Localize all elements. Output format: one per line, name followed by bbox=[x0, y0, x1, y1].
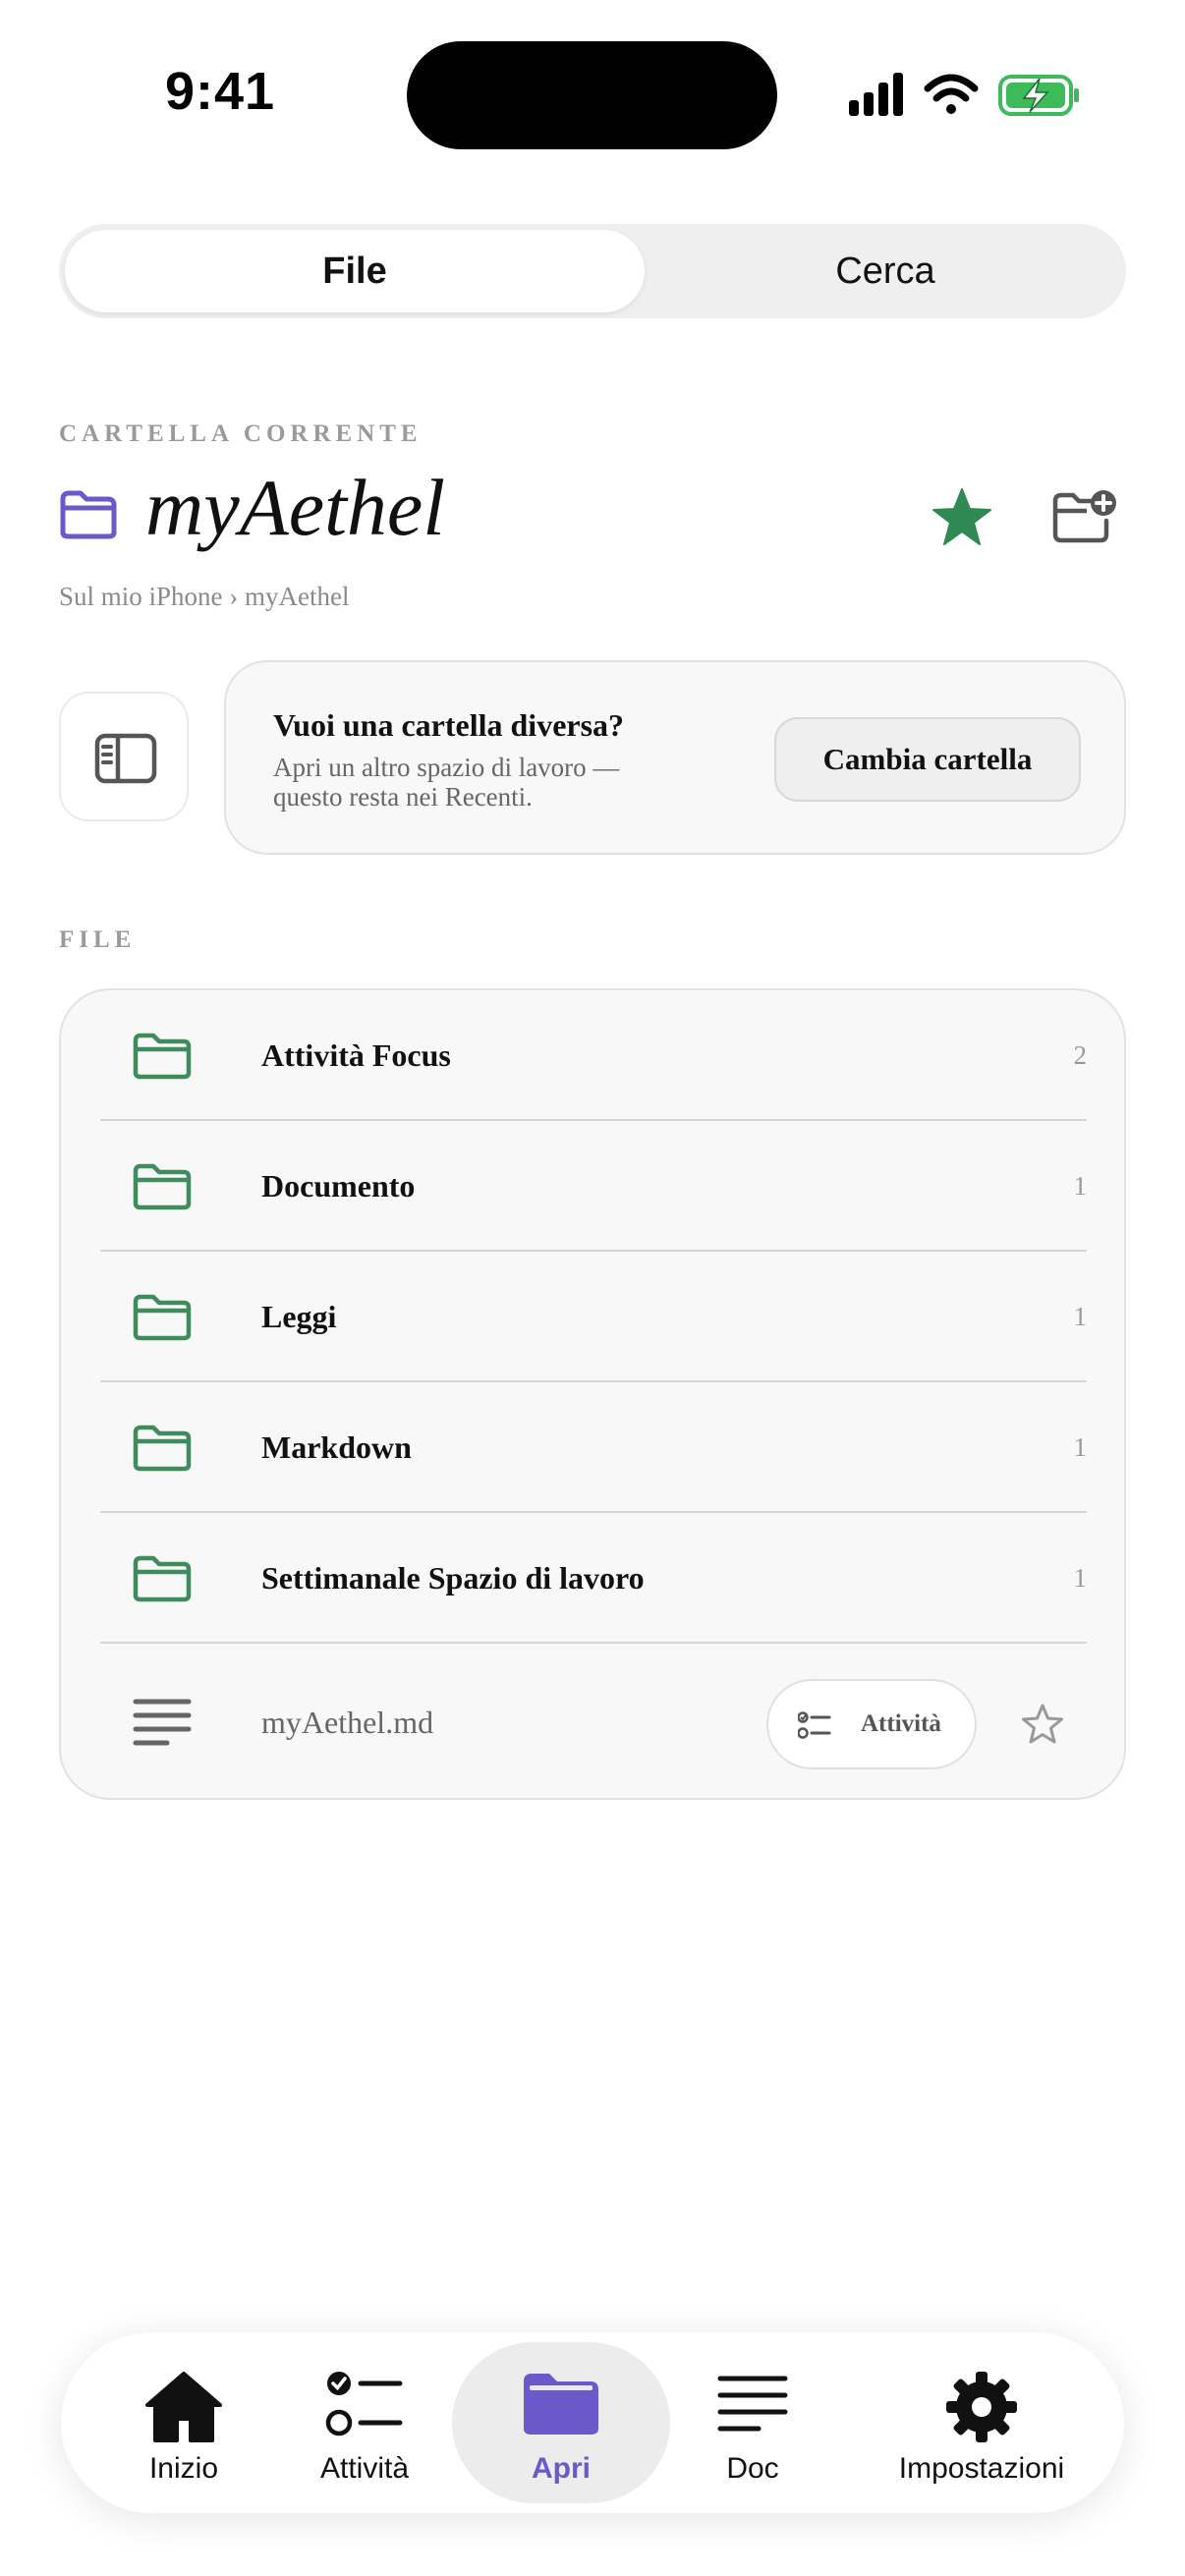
house-icon bbox=[145, 2372, 222, 2442]
folder-count: 1 bbox=[1073, 1432, 1088, 1462]
tab-impostazioni[interactable]: Impostazioni bbox=[859, 2332, 1104, 2513]
checklist-icon bbox=[325, 2372, 403, 2436]
folder-icon bbox=[132, 1293, 193, 1342]
sidebar-toggle-button[interactable] bbox=[59, 692, 189, 821]
tab-apri[interactable]: Apri bbox=[452, 2332, 670, 2513]
signal-icon bbox=[849, 73, 903, 116]
status-icons bbox=[847, 71, 1083, 120]
star-outline-icon bbox=[1022, 1704, 1063, 1744]
tab-label: Apri bbox=[532, 2452, 591, 2485]
folder-count: 1 bbox=[1073, 1563, 1088, 1593]
new-folder-button[interactable] bbox=[1051, 487, 1118, 544]
folder-icon bbox=[132, 1162, 193, 1211]
folder-icon bbox=[132, 1424, 193, 1473]
status-time: 9:41 bbox=[165, 62, 276, 121]
tasks-chip[interactable]: Attività bbox=[766, 1679, 977, 1769]
wifi-icon bbox=[924, 74, 979, 114]
folder-count: 1 bbox=[1073, 1302, 1088, 1331]
segmented-control: File Cerca bbox=[59, 224, 1126, 318]
tab-label: Inizio bbox=[148, 2452, 219, 2485]
checklist-icon bbox=[798, 1711, 831, 1739]
folder-icon bbox=[132, 1032, 193, 1081]
folder-name: Documento bbox=[261, 1168, 416, 1204]
tab-inizio[interactable]: Inizio bbox=[90, 2332, 277, 2513]
battery-charging-icon bbox=[998, 75, 1079, 116]
change-folder-card: Vuoi una cartella diversa? Apri un altro… bbox=[224, 660, 1126, 855]
folder-row[interactable]: Leggi 1 bbox=[100, 1252, 1087, 1382]
current-folder-section-label: CARTELLA CORRENTE bbox=[59, 420, 423, 447]
folder-name: Markdown bbox=[261, 1429, 412, 1465]
document-lines-icon bbox=[132, 1697, 193, 1746]
sidebar-icon bbox=[94, 733, 157, 784]
folder-row[interactable]: Markdown 1 bbox=[100, 1382, 1087, 1513]
folder-icon bbox=[132, 1554, 193, 1603]
change-folder-subtitle: Apri un altro spazio di lavoro — questo … bbox=[273, 753, 620, 812]
tab-label: Impostazioni bbox=[898, 2452, 1065, 2485]
folder-name: Leggi bbox=[261, 1299, 337, 1334]
folder-name: Settimanale Spazio di lavoro bbox=[261, 1560, 645, 1596]
tab-attivita[interactable]: Attività bbox=[277, 2332, 452, 2513]
segment-file[interactable]: File bbox=[65, 224, 645, 318]
page-title: myAethel bbox=[145, 463, 446, 552]
change-folder-title: Vuoi una cartella diversa? bbox=[273, 707, 625, 743]
tab-label: Attività bbox=[319, 2452, 410, 2485]
folder-name: Attività Focus bbox=[261, 1037, 451, 1073]
folder-row[interactable]: Settimanale Spazio di lavoro 1 bbox=[100, 1513, 1087, 1644]
document-name: myAethel.md bbox=[261, 1705, 434, 1740]
star-filled-icon bbox=[932, 488, 991, 545]
lines-icon bbox=[717, 2376, 788, 2432]
folder-plus-icon bbox=[1052, 490, 1116, 543]
files-section-label: FILE bbox=[59, 926, 137, 953]
tab-doc[interactable]: Doc bbox=[670, 2332, 835, 2513]
document-favorite-button[interactable] bbox=[1020, 1703, 1065, 1746]
folder-icon bbox=[524, 2374, 598, 2435]
folder-count: 1 bbox=[1073, 1171, 1088, 1201]
folder-row[interactable]: Attività Focus 2 bbox=[100, 990, 1087, 1121]
change-folder-button[interactable]: Cambia cartella bbox=[774, 717, 1081, 802]
gear-icon bbox=[946, 2372, 1017, 2442]
file-list: Attività Focus 2 Documento 1 Leggi 1 Mar… bbox=[59, 988, 1126, 1800]
document-row[interactable]: myAethel.md Attività bbox=[100, 1644, 1087, 1801]
tab-bar: Inizio Attività Apri Doc Impostazioni bbox=[61, 2332, 1124, 2513]
folder-count: 2 bbox=[1073, 1040, 1088, 1070]
folder-icon bbox=[59, 489, 118, 540]
favorite-star-button[interactable] bbox=[930, 485, 994, 550]
folder-row[interactable]: Documento 1 bbox=[100, 1121, 1087, 1252]
breadcrumb: Sul mio iPhone › myAethel bbox=[59, 582, 350, 611]
dynamic-island bbox=[407, 41, 777, 149]
tab-label: Doc bbox=[726, 2452, 779, 2485]
segment-search[interactable]: Cerca bbox=[645, 224, 1126, 318]
tasks-chip-label: Attività bbox=[861, 1710, 941, 1737]
